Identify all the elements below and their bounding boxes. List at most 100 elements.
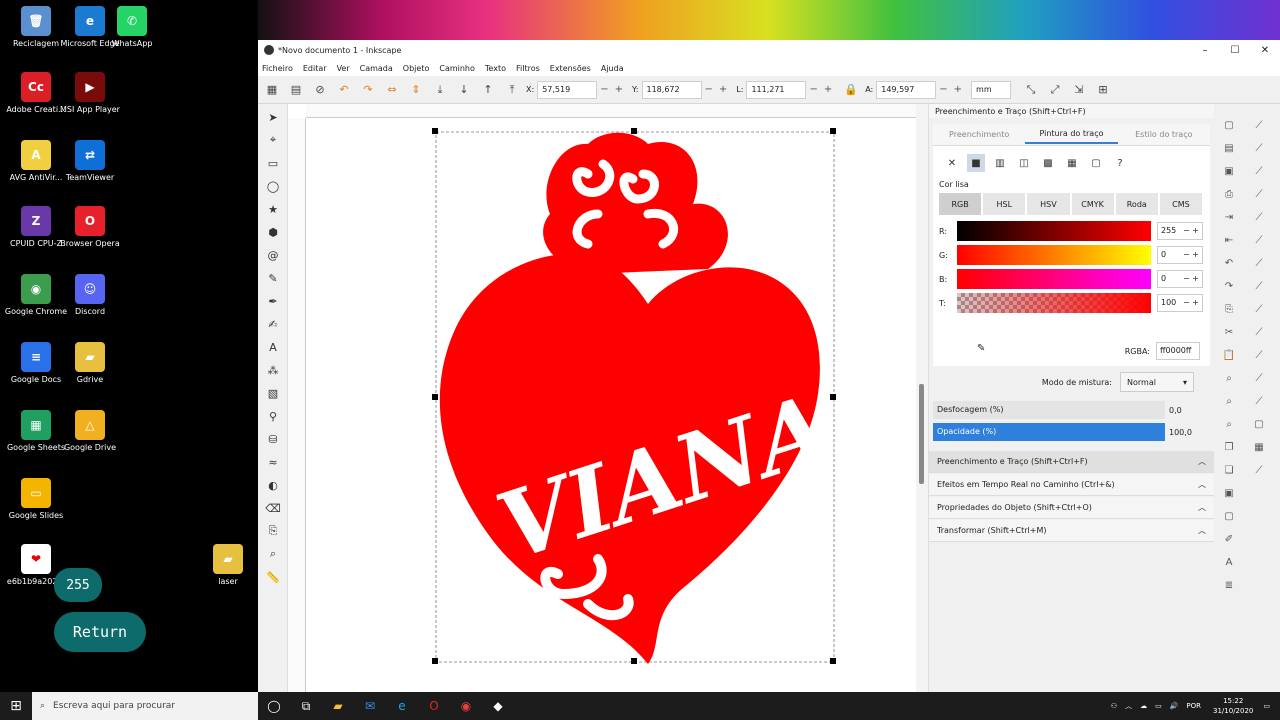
zoom-selection-icon[interactable]: ⌕ [1221, 370, 1237, 386]
blend-mode-select[interactable]: Normal ▾ [1120, 372, 1194, 392]
text-font-icon[interactable]: A [1221, 554, 1237, 570]
spiral-tool-icon[interactable]: @ [263, 245, 283, 265]
blur-value[interactable]: 0,0 [1165, 406, 1195, 415]
height-field[interactable]: 149,597 [876, 80, 937, 99]
blue-slider[interactable] [957, 269, 1151, 289]
desktop-icon-teamviewer[interactable]: ⇄ TeamViewer [58, 140, 122, 182]
mode-rgb[interactable]: RGB [939, 193, 982, 215]
desktop-icon-gdrive[interactable]: ▰ Gdrive [58, 342, 122, 384]
select-all-icon[interactable]: ▦ [262, 80, 282, 100]
measure-tool-icon[interactable]: 📏 [263, 567, 283, 587]
close-button[interactable]: ✕ [1250, 40, 1280, 60]
red-slider[interactable] [957, 221, 1151, 241]
section-transform[interactable]: Transformar (Shift+Ctrl+M) ︿ [929, 520, 1214, 542]
cortana-icon[interactable]: ◯ [258, 699, 290, 713]
fill-stroke-icon[interactable]: ✐ [1221, 531, 1237, 547]
inkscape-taskbar-icon[interactable]: ◆ [482, 699, 514, 713]
open-icon[interactable]: ▤ [1221, 140, 1237, 156]
desktop-icon-google-drive[interactable]: △ Google Drive [58, 410, 122, 452]
spray-tool-icon[interactable]: ⁂ [263, 360, 283, 380]
clone-icon[interactable]: ❏ [1221, 462, 1237, 478]
linear-gradient-icon[interactable]: ▥ [991, 154, 1009, 172]
green-field[interactable]: 0− + [1157, 246, 1203, 264]
clock[interactable]: 15:22 31/10/2020 [1213, 696, 1253, 716]
lock-icon[interactable]: 🔒 [841, 80, 861, 100]
undo-icon[interactable]: ↶ [1221, 255, 1237, 271]
node-tool-icon[interactable]: ⌖ [263, 130, 283, 150]
snap-page-icon[interactable]: ▢ [1251, 416, 1267, 432]
move-gradients-icon[interactable]: ⇲ [1069, 80, 1089, 100]
snap-rotation-icon[interactable]: ⟋ [1251, 370, 1267, 386]
opacity-value[interactable]: 100,0 [1165, 428, 1195, 437]
width-field[interactable]: 111,271 [746, 80, 807, 99]
mode-cms[interactable]: CMS [1159, 193, 1203, 215]
tab-stroke-style[interactable]: Estilo do traço [1118, 126, 1210, 143]
maximize-button[interactable]: ☐ [1220, 40, 1250, 60]
snap-guide-icon[interactable]: ⟋ [1251, 462, 1267, 478]
swatch-icon[interactable]: ▢ [1087, 154, 1105, 172]
flat-color-icon[interactable]: ■ [967, 154, 985, 172]
width-increment[interactable]: + [824, 84, 832, 95]
text-tool-icon[interactable]: A [263, 337, 283, 357]
file-explorer-icon[interactable]: ▰ [322, 699, 354, 713]
opacity-slider[interactable]: Opacidade (%) [933, 423, 1165, 441]
taskbar-search[interactable]: ⌕ Escreva aqui para procurar [32, 692, 258, 720]
onedrive-icon[interactable]: ☁ [1140, 702, 1147, 710]
layers-icon[interactable]: ≣ [1221, 577, 1237, 593]
save-icon[interactable]: ▣ [1221, 163, 1237, 179]
desktop-icon-browser-opera[interactable]: O Browser Opera [58, 206, 122, 248]
pattern-icon[interactable]: ▦ [1063, 154, 1081, 172]
menu-editar[interactable]: Editar [303, 64, 327, 73]
menu-extensoes[interactable]: Extensões [550, 64, 591, 73]
desktop-icon-discord[interactable]: ☺ Discord [58, 274, 122, 316]
menu-filtros[interactable]: Filtros [516, 64, 540, 73]
cut-icon[interactable]: ✂ [1221, 324, 1237, 340]
lower-icon[interactable]: ↓ [454, 80, 474, 100]
mode-wheel[interactable]: Roda [1115, 193, 1158, 215]
mode-hsl[interactable]: HSL [983, 193, 1026, 215]
new-document-icon[interactable]: ▢ [1221, 117, 1237, 133]
x-increment[interactable]: + [615, 84, 623, 95]
snap-cusp-icon[interactable]: ⟋ [1251, 278, 1267, 294]
menu-texto[interactable]: Texto [485, 64, 506, 73]
radial-gradient-icon[interactable]: ◫ [1015, 154, 1033, 172]
gradient-tool-icon[interactable]: ◐ [263, 475, 283, 495]
desktop-icon-laser[interactable]: ▰ laser [196, 544, 260, 586]
flip-vertical-icon[interactable]: ⇕ [406, 80, 426, 100]
menu-ficheiro[interactable]: Ficheiro [262, 64, 293, 73]
width-decrement[interactable]: − [809, 84, 817, 95]
snap-toggle-icon[interactable]: ⟋ [1251, 117, 1267, 133]
unit-select[interactable]: mm [971, 80, 1012, 99]
ellipse-tool-icon[interactable]: ◯ [263, 176, 283, 196]
y-field[interactable]: 118,672 [641, 80, 702, 99]
menu-objeto[interactable]: Objeto [403, 64, 430, 73]
mesh-gradient-icon[interactable]: ▩ [1039, 154, 1057, 172]
rotate-cw-icon[interactable]: ↷ [358, 80, 378, 100]
snap-midpoints-icon[interactable]: ⟋ [1251, 324, 1267, 340]
snap-paths-icon[interactable]: ⟋ [1251, 232, 1267, 248]
snap-bbox-icon[interactable]: ⟋ [1251, 140, 1267, 156]
opera-taskbar-icon[interactable]: O [418, 699, 450, 713]
duplicate-icon[interactable]: ❐ [1221, 439, 1237, 455]
zoom-page-icon[interactable]: ⌕ [1221, 416, 1237, 432]
export-icon[interactable]: ⇤ [1221, 232, 1237, 248]
flip-horizontal-icon[interactable]: ⇔ [382, 80, 402, 100]
desktop-icon-msi-app-player[interactable]: ▶ MSI App Player [58, 72, 122, 114]
3d-box-tool-icon[interactable]: ⬢ [263, 222, 283, 242]
menu-camada[interactable]: Camada [360, 64, 393, 73]
artwork[interactable]: VIANA [288, 104, 916, 692]
zoom-drawing-icon[interactable]: ⌕ [1221, 393, 1237, 409]
zoom-tool-icon[interactable]: ⌕ [263, 544, 283, 564]
pencil-tool-icon[interactable]: ✎ [263, 268, 283, 288]
snap-intersections-icon[interactable]: ⟋ [1251, 255, 1267, 271]
tab-stroke-paint[interactable]: Pintura do traço [1025, 125, 1118, 144]
green-slider[interactable] [957, 245, 1151, 265]
section-path-effects[interactable]: Efeitos em Tempo Real no Caminho (Ctrl+&… [929, 474, 1214, 496]
mode-cmyk[interactable]: CMYK [1071, 193, 1114, 215]
return-button[interactable]: Return [54, 612, 146, 652]
color-picker-icon[interactable]: ✎ [977, 343, 985, 354]
y-decrement[interactable]: − [705, 84, 713, 95]
app-red-taskbar-icon[interactable]: ◉ [450, 699, 482, 713]
edge-taskbar-icon[interactable]: e [386, 699, 418, 713]
people-icon[interactable]: ⚇ [1111, 702, 1117, 710]
